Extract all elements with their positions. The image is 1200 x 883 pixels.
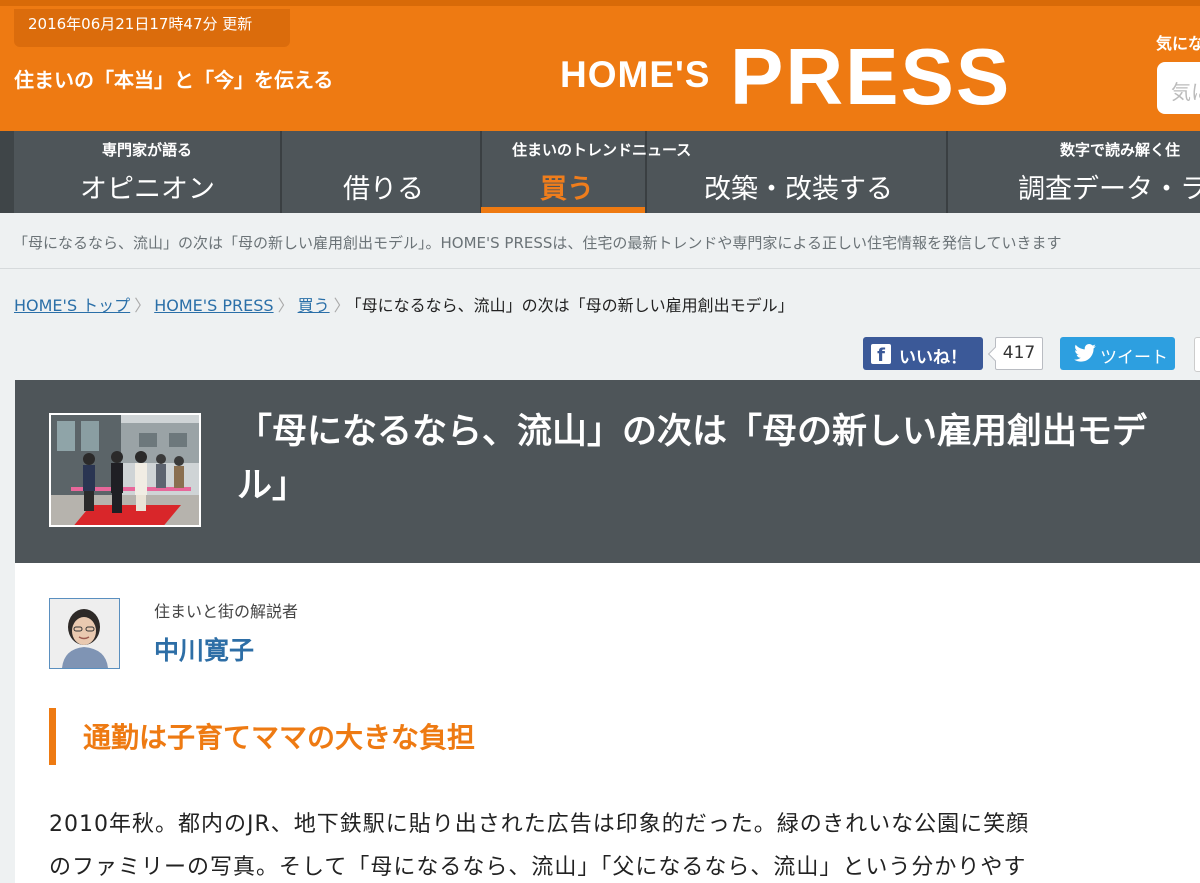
nav-divider	[280, 131, 282, 213]
body-paragraph-line: のファミリーの写真。そして「母になるなら、流山」「父になるなら、流山」という分か…	[49, 855, 1027, 880]
nav-caption-data: 数字で読み解く住	[1060, 141, 1181, 159]
twitter-tweet-button[interactable]: ツイート	[1060, 337, 1175, 370]
author-name-link[interactable]: 中川寛子	[154, 631, 254, 667]
chevron-right-icon: 〉	[134, 296, 151, 315]
breadcrumb: HOME'S トップ〉 HOME'S PRESS 〉買う〉「母になるなら、流山」の次…	[14, 292, 794, 316]
update-timestamp: 2016年06月21日17時47分 更新	[14, 9, 290, 47]
facebook-like-label: いいね！	[899, 348, 967, 368]
facebook-icon: f	[871, 344, 891, 364]
author-portrait-photo	[50, 599, 119, 668]
twitter-tweet-label: ツイート	[1100, 348, 1168, 368]
article-body-card: 住まいと街の解説者 中川寛子 通勤は子育てママの大きな負担 2010年秋。都内の…	[15, 563, 1200, 883]
nav-divider	[480, 131, 482, 213]
site-header: 2016年06月21日17時47分 更新 住まいの「本当」と「今」を伝える HO…	[0, 0, 1200, 131]
nav-caption-trend: 住まいのトレンドニュース	[512, 141, 692, 159]
nav-caption-opinion: 専門家が語る	[102, 141, 193, 159]
chevron-right-icon: 〉	[333, 296, 350, 315]
share-button-partial[interactable]	[1194, 337, 1200, 372]
heading-accent-bar	[49, 708, 56, 765]
nav-item-buy[interactable]: 買う	[540, 167, 594, 206]
site-tagline: 住まいの「本当」と「今」を伝える	[14, 68, 334, 92]
logo-homes[interactable]: HOME'S	[560, 54, 710, 96]
nav-divider	[946, 131, 948, 213]
breadcrumb-link-buy[interactable]: 買う	[298, 296, 330, 315]
article-title: 「母になるなら、流山」の次は「母の新しい雇用創出モデル」	[237, 412, 1148, 506]
search-input[interactable]: 気に	[1157, 62, 1200, 114]
nav-lead-block	[0, 131, 14, 213]
facebook-like-button[interactable]: f いいね！	[863, 337, 983, 370]
body-paragraph-line: 2010年秋。都内のJR、地下鉄駅に貼り出された広告は印象的だった。緑のきれいな…	[49, 812, 1030, 837]
section-heading: 通勤は子育てママの大きな負担	[83, 721, 476, 754]
breadcrumb-link-homes-press[interactable]: HOME'S PRESS	[154, 296, 273, 315]
nav-item-renovate[interactable]: 改築・改装する	[704, 167, 893, 206]
nav-item-opinion[interactable]: オピニオン	[80, 167, 215, 206]
ribbon-cutting-photo	[51, 415, 199, 525]
author-avatar[interactable]	[49, 598, 120, 669]
description-text: 「母になるなら、流山」の次は「母の新しい雇用創出モデル」。HOME'S PRES…	[13, 234, 1062, 252]
article-title-panel: 「母になるなら、流山」の次は「母の新しい雇用創出モデル」	[15, 380, 1200, 563]
breadcrumb-current: 「母になるなら、流山」の次は「母の新しい雇用創出モデル」	[353, 296, 794, 315]
logo-press[interactable]: PRESS	[730, 32, 1011, 122]
article-thumbnail[interactable]	[49, 413, 201, 527]
nav-item-rent[interactable]: 借りる	[343, 167, 424, 206]
breadcrumb-link-homes-top[interactable]: HOME'S トップ	[14, 296, 130, 315]
twitter-bird-icon	[1074, 344, 1096, 362]
author-role: 住まいと街の解説者	[154, 602, 299, 621]
site-description: 「母になるなら、流山」の次は「母の新しい雇用創出モデル」。HOME'S PRES…	[0, 213, 1200, 269]
chevron-right-icon: 〉	[277, 296, 294, 315]
facebook-like-count: 417	[995, 337, 1043, 370]
main-navigation: 専門家が語る オピニオン 借りる 住まいのトレンドニュース 買う 改築・改装する…	[0, 131, 1200, 213]
header-right-label: 気にな	[1156, 34, 1200, 53]
nav-item-research[interactable]: 調査データ・ラ	[1018, 167, 1200, 206]
